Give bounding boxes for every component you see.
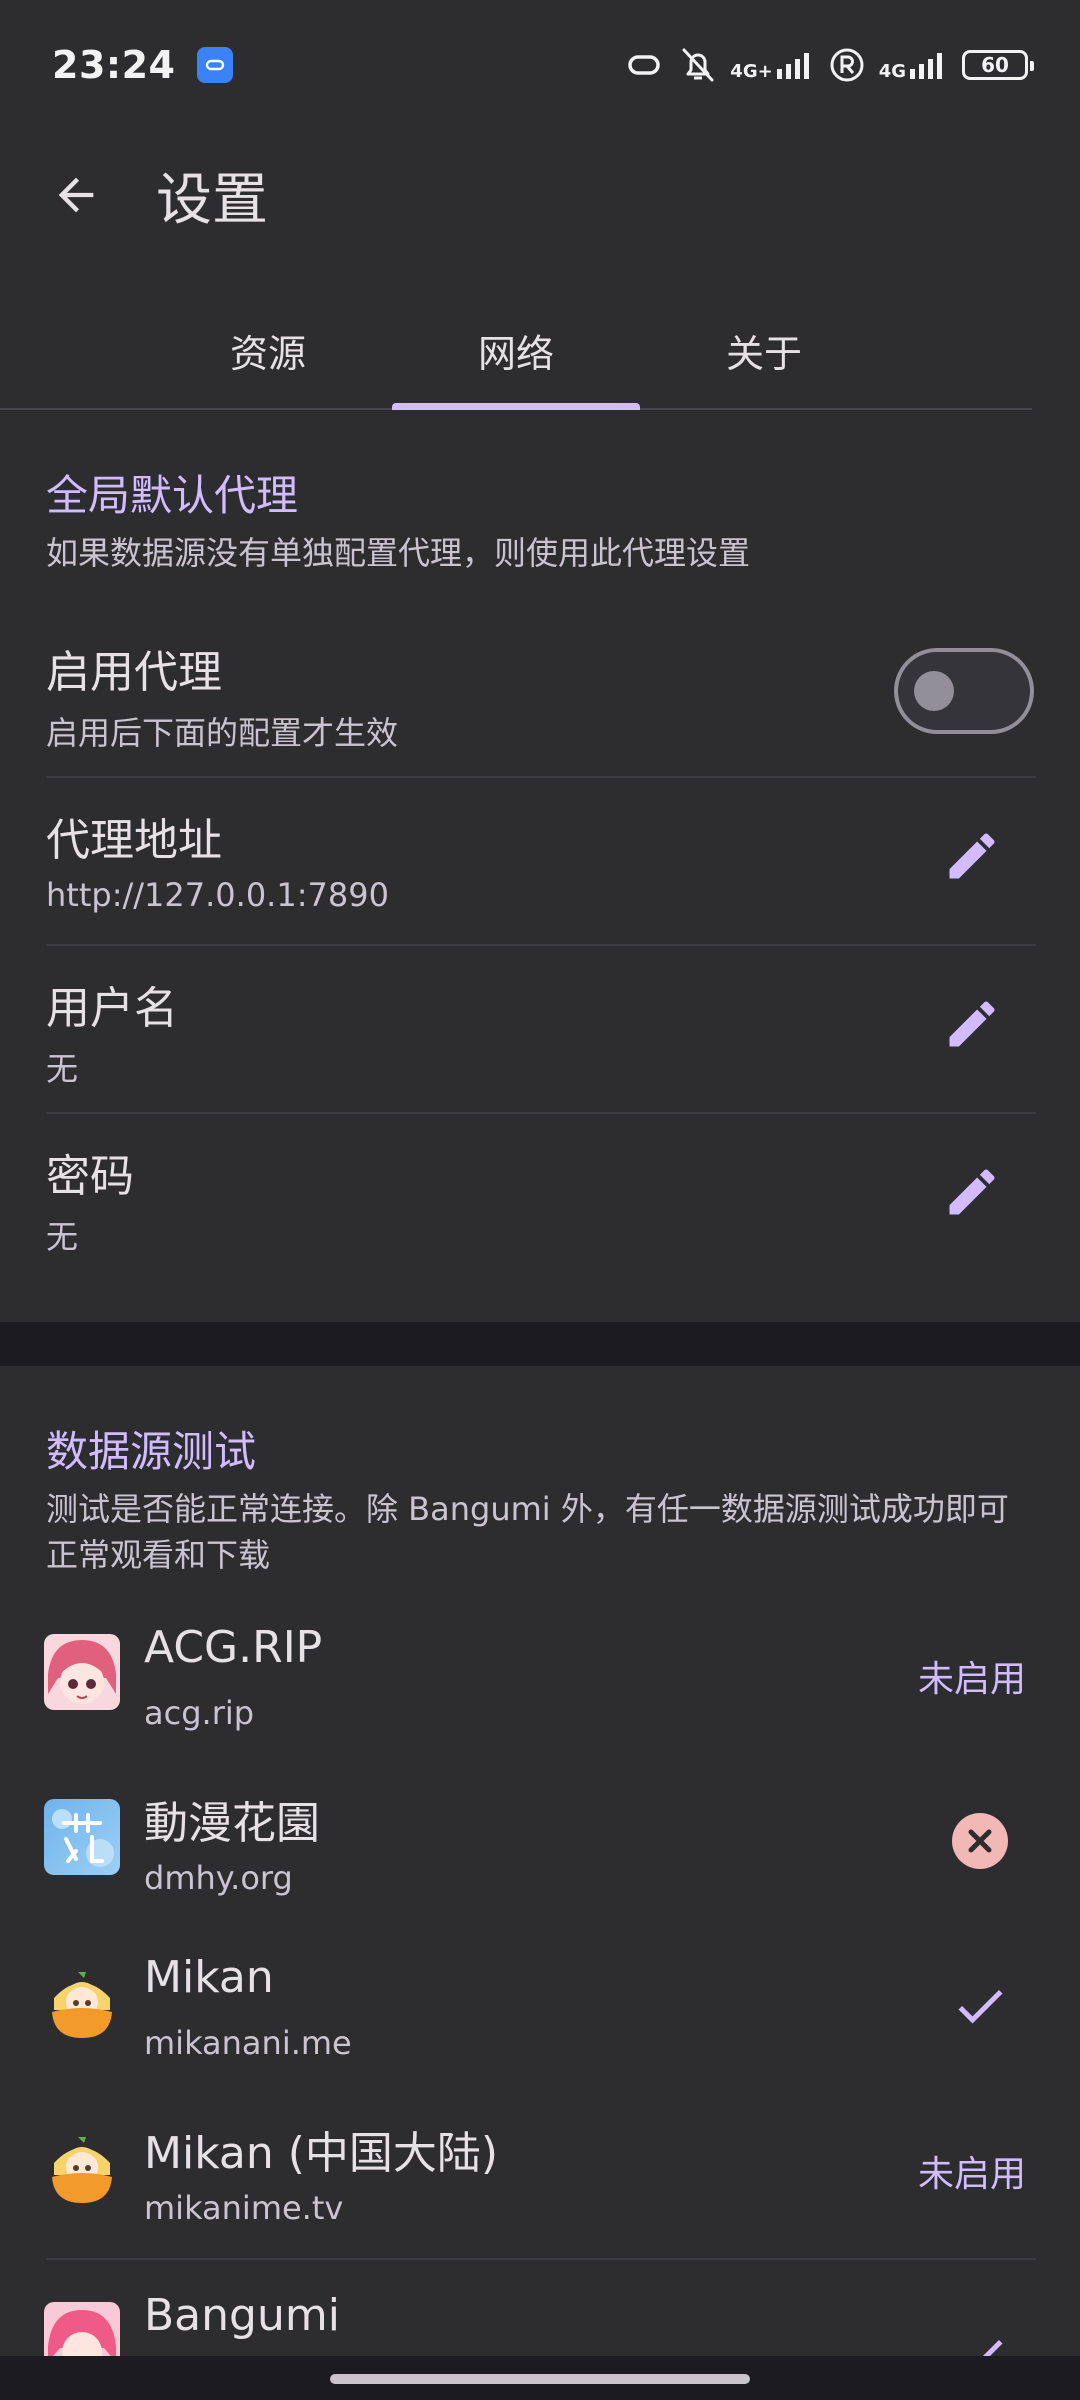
- proxy-section-title: 全局默认代理: [46, 471, 299, 520]
- source-url: dmhy.org: [144, 1859, 293, 1897]
- username-row[interactable]: 用户名 无: [0, 948, 1080, 1116]
- source-status-disabled: 未启用: [917, 1659, 1026, 1700]
- dmhy-logo-icon: [44, 1799, 120, 1875]
- username-title: 用户名: [46, 983, 178, 1034]
- app-badge-icon: [197, 47, 234, 83]
- divider: [46, 776, 1036, 778]
- enable-proxy-switch[interactable]: [894, 648, 1034, 734]
- source-row-mikan[interactable]: Mikan mikanani.me: [0, 1930, 1080, 2095]
- signal-icon: 4G: [879, 49, 948, 81]
- error-circle-icon: [948, 1809, 1012, 1873]
- tab-resources[interactable]: 资源: [144, 290, 392, 410]
- mikan-logo-icon: [44, 2129, 120, 2205]
- check-icon: [948, 1974, 1012, 2038]
- source-row-bangumi[interactable]: Bangumi: [0, 2262, 1080, 2356]
- signal-icon: 4G+: [730, 49, 814, 81]
- bell-off-icon: [682, 48, 714, 82]
- source-url: acg.rip: [144, 1694, 255, 1732]
- test-section-description: 测试是否能正常连接。除 Bangumi 外，有任一数据源测试成功即可正常观看和下…: [46, 1490, 1009, 1574]
- check-icon: [948, 2324, 1012, 2356]
- source-name: Mikan: [144, 1952, 274, 2003]
- bangumi-logo-icon: [44, 2302, 120, 2356]
- source-name: ACG.RIP: [144, 1622, 323, 1673]
- acgrip-logo-icon: [44, 1634, 120, 1710]
- username-value: 无: [46, 1050, 79, 1088]
- tab-bar: 资源 网络 关于: [0, 290, 1032, 410]
- edit-proxy-address-button[interactable]: [940, 824, 1004, 888]
- mikan-logo-icon: [44, 1964, 120, 2040]
- page-title: 设置: [156, 167, 268, 233]
- source-row-dmhy[interactable]: 動漫花園 dmhy.org: [0, 1765, 1080, 1930]
- enable-proxy-title: 启用代理: [46, 647, 222, 698]
- source-name: Mikan (中国大陆): [144, 2128, 499, 2179]
- battery-level: 60: [981, 53, 1009, 77]
- password-title: 密码: [46, 1151, 134, 1202]
- edit-password-button[interactable]: [940, 1160, 1004, 1224]
- gesture-nav-bar: [0, 2356, 1080, 2400]
- proxy-address-value: http://127.0.0.1:7890: [46, 876, 389, 914]
- tab-about[interactable]: 关于: [640, 290, 888, 410]
- arrow-back-icon: [58, 177, 94, 213]
- battery-icon: 60: [962, 50, 1034, 80]
- source-name: Bangumi: [144, 2290, 340, 2341]
- test-section-title: 数据源测试: [46, 1427, 257, 1476]
- divider: [46, 2258, 1036, 2260]
- proxy-section-description: 如果数据源没有单独配置代理，则使用此代理设置: [46, 534, 751, 572]
- source-url: mikanani.me: [144, 2024, 352, 2062]
- edit-username-button[interactable]: [940, 992, 1004, 1056]
- edit-icon: [949, 1001, 995, 1047]
- link-icon: [628, 55, 660, 75]
- divider: [46, 944, 1036, 946]
- top-app-bar: 设置: [0, 130, 1080, 260]
- edit-icon: [949, 833, 995, 879]
- divider: [46, 1112, 1036, 1114]
- status-bar: 23:24 4G+ 4G 60: [0, 0, 1080, 130]
- edit-icon: [949, 1169, 995, 1215]
- enable-proxy-subtitle: 启用后下面的配置才生效: [46, 714, 399, 752]
- home-indicator[interactable]: [330, 2374, 750, 2384]
- source-row-mikan-cn[interactable]: Mikan (中国大陆) mikanime.tv 未启用: [0, 2095, 1080, 2260]
- tab-indicator: [392, 403, 640, 410]
- enable-proxy-row[interactable]: 启用代理 启用后下面的配置才生效: [0, 612, 1080, 780]
- password-row[interactable]: 密码 无: [0, 1116, 1080, 1284]
- source-status-disabled: 未启用: [917, 2154, 1026, 2195]
- password-value: 无: [46, 1218, 79, 1256]
- network-type-label: 4G: [878, 61, 906, 82]
- source-row-acgrip[interactable]: ACG.RIP acg.rip 未启用: [0, 1600, 1080, 1765]
- status-icons: 4G+ 4G 60: [622, 46, 1034, 84]
- proxy-address-title: 代理地址: [46, 815, 222, 866]
- source-url: mikanime.tv: [144, 2189, 344, 2227]
- network-type-label: 4G+: [730, 61, 773, 82]
- source-name: 動漫花園: [144, 1798, 320, 1849]
- section-separator: [0, 1322, 1080, 1366]
- status-time: 23:24: [52, 43, 176, 87]
- back-button[interactable]: [36, 155, 116, 235]
- proxy-address-row[interactable]: 代理地址 http://127.0.0.1:7890: [0, 780, 1080, 948]
- registered-icon: [830, 48, 864, 82]
- tab-network[interactable]: 网络: [392, 290, 640, 410]
- switch-thumb: [914, 671, 954, 711]
